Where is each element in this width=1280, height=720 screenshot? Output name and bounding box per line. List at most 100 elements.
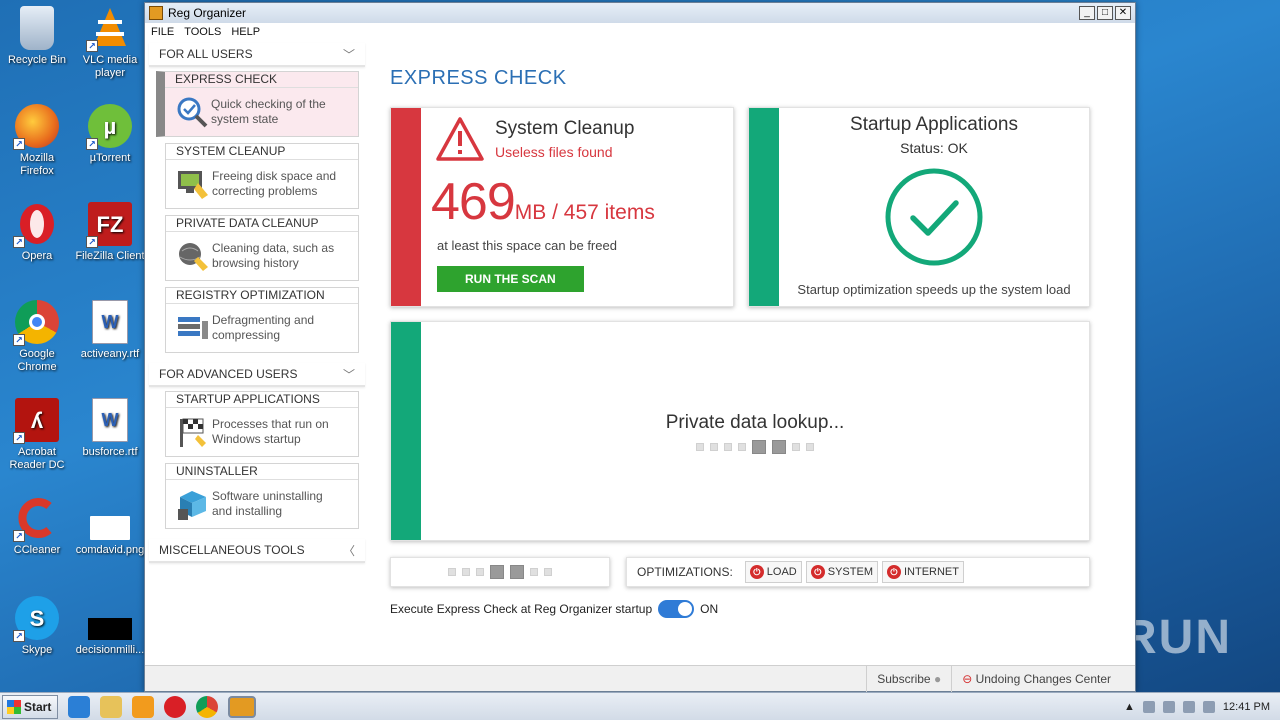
broom-screen-icon <box>176 167 210 201</box>
sidebar-item-uninstaller[interactable]: UNINSTALLER Software uninstalling and ins… <box>165 463 359 529</box>
desktop-icon-utorrent[interactable]: µ ↗ µTorrent <box>75 104 145 165</box>
undoing-changes-center-button[interactable]: ⊖ Undoing Changes Center <box>951 665 1121 692</box>
desktop-icon-skype[interactable]: S ↗ Skype <box>2 596 72 657</box>
word-doc-icon: W <box>92 398 128 442</box>
nav-item-desc: Cleaning data, such as <box>212 241 335 255</box>
image-file-icon <box>88 618 132 640</box>
desktop-icon-firefox[interactable]: ↗ Mozilla Firefox <box>2 104 72 178</box>
section-title: FOR ALL USERS <box>159 47 253 61</box>
menu-tools[interactable]: TOOLS <box>184 26 221 38</box>
optimization-internet-button[interactable]: ⏻ INTERNET <box>881 561 964 583</box>
filezilla-icon: FZ ↗ <box>86 202 132 248</box>
nav-item-title: STARTUP APPLICATIONS <box>166 392 358 408</box>
desktop-icon-opera[interactable]: ↗ Opera <box>2 202 72 263</box>
desktop-icon-recycle-bin[interactable]: Recycle Bin <box>2 6 72 67</box>
subscribe-label: Subscribe <box>877 671 931 686</box>
close-button[interactable]: ✕ <box>1115 6 1131 20</box>
cleanup-size-rest: MB / 457 items <box>514 201 655 224</box>
box-trash-icon <box>176 487 210 521</box>
title-bar[interactable]: Reg Organizer _ □ ✕ <box>145 3 1135 23</box>
opera-icon[interactable] <box>164 695 187 718</box>
optimization-label: SYSTEM <box>827 566 873 578</box>
nav-item-desc: Software uninstalling <box>212 489 323 503</box>
word-doc-icon: W <box>92 300 128 344</box>
desktop-icon-label: decisionmilli... <box>75 644 145 656</box>
undo-icon: ⊖ <box>962 671 976 686</box>
desktop-icon-label: Opera <box>21 250 53 262</box>
utorrent-icon: µ ↗ <box>86 104 132 150</box>
desktop-icon-label: activeany.rtf <box>80 348 140 360</box>
reg-organizer-taskbar-icon[interactable] <box>228 695 257 718</box>
tray-power-icon[interactable] <box>1202 700 1215 713</box>
desktop-icon-label: Recycle Bin <box>7 54 67 66</box>
system-tray: ▲ 12:41 PM <box>1124 700 1280 713</box>
sidebar-item-express-check[interactable]: EXPRESS CHECK Quick checking of the syste… <box>156 71 359 137</box>
tray-arrow-icon[interactable]: ▲ <box>1124 701 1135 713</box>
maximize-button[interactable]: □ <box>1097 6 1113 20</box>
desktop-icon-label: Skype <box>21 644 53 656</box>
desktop-icon-filezilla[interactable]: FZ ↗ FileZilla Client <box>75 202 145 263</box>
section-title: FOR ADVANCED USERS <box>159 367 298 381</box>
optimization-system-button[interactable]: ⏻ SYSTEM <box>805 561 878 583</box>
desktop-icon-comdavid[interactable]: comdavid.png <box>75 496 145 557</box>
globe-brush-icon <box>176 239 210 273</box>
subscribe-button[interactable]: Subscribe ● <box>866 665 951 692</box>
chevron-down-icon: ﹀ <box>342 367 355 382</box>
nav-item-desc: system state <box>211 112 279 126</box>
ccleaner-icon: ↗ <box>13 496 59 542</box>
ie-icon[interactable] <box>68 695 91 718</box>
optimization-load-button[interactable]: ⏻ LOAD <box>744 561 802 583</box>
desktop-icon-label: busforce.rtf <box>82 446 138 458</box>
menu-file[interactable]: FILE <box>151 26 174 38</box>
section-miscellaneous-tools[interactable]: MISCELLANEOUS TOOLS 〈 <box>149 539 365 563</box>
desktop-icon-vlc[interactable]: ↗ VLC media player <box>75 6 145 80</box>
menu-bar: FILE TOOLS HELP <box>145 23 1135 41</box>
firefox-icon: ↗ <box>13 104 59 150</box>
nav-item-desc: Processes that run on <box>212 417 329 431</box>
minimize-button[interactable]: _ <box>1079 6 1095 20</box>
sidebar-item-registry-optimization[interactable]: REGISTRY OPTIMIZATION Defragmenting and c… <box>165 287 359 353</box>
tray-network-icon[interactable] <box>1162 700 1175 713</box>
desktop-icon-decision[interactable]: decisionmilli... <box>75 596 145 657</box>
clock[interactable]: 12:41 PM <box>1223 701 1270 713</box>
express-check-startup-toggle[interactable] <box>658 600 695 618</box>
media-player-icon[interactable] <box>132 695 155 718</box>
desktop-icon-acrobat[interactable]: ʎ ↗ Acrobat Reader DC <box>2 398 72 472</box>
menu-help[interactable]: HELP <box>231 26 260 38</box>
nav-item-desc: Windows startup <box>212 432 301 446</box>
toggle-state: ON <box>700 602 719 616</box>
desktop-icon-chrome[interactable]: ↗ Google Chrome <box>2 300 72 374</box>
desktop-icon-label: FileZilla Client <box>75 250 145 262</box>
tray-volume-icon[interactable] <box>1182 700 1195 713</box>
sidebar-item-startup-applications[interactable]: STARTUP APPLICATIONS Processes that run … <box>165 391 359 457</box>
optimizations-panel: OPTIMIZATIONS: ⏻ LOAD ⏻ SYSTEM ⏻ INTERNET <box>626 557 1090 587</box>
startup-note: Startup optimization speeds up the syste… <box>797 282 1071 297</box>
taskbar: Start ▲ 12:41 PM <box>0 692 1280 720</box>
power-icon: ⏻ <box>749 565 764 579</box>
registry-blocks-icon <box>176 311 210 345</box>
optimization-label: LOAD <box>766 566 797 578</box>
startup-toggle-row: Execute Express Check at Reg Organizer s… <box>390 600 718 618</box>
progress-dots <box>448 565 552 579</box>
sidebar-item-system-cleanup[interactable]: SYSTEM CLEANUP Freeing disk space and cor… <box>165 143 359 209</box>
check-circle-icon <box>883 166 985 271</box>
image-file-icon <box>90 516 130 540</box>
power-icon: ⏻ <box>886 565 901 579</box>
sidebar-item-private-data-cleanup[interactable]: PRIVATE DATA CLEANUP Cleaning data, such… <box>165 215 359 281</box>
section-for-advanced-users[interactable]: FOR ADVANCED USERS ﹀ <box>149 363 365 387</box>
optimizations-label: OPTIMIZATIONS: <box>637 565 733 579</box>
desktop-icon-busforce[interactable]: W busforce.rtf <box>75 398 145 459</box>
explorer-icon[interactable] <box>100 695 123 718</box>
cleanup-title: System Cleanup <box>495 118 635 139</box>
start-button[interactable]: Start <box>2 694 59 719</box>
card-accent-stripe <box>391 108 421 306</box>
tray-flag-icon[interactable] <box>1142 700 1155 713</box>
startup-status: Status: OK <box>900 140 968 156</box>
desktop-icon-label: Google Chrome <box>17 348 57 373</box>
acrobat-icon: ʎ ↗ <box>13 398 59 444</box>
desktop-icon-ccleaner[interactable]: ↗ CCleaner <box>2 496 72 557</box>
run-the-scan-button[interactable]: RUN THE SCAN <box>437 266 584 292</box>
section-for-all-users[interactable]: FOR ALL USERS ﹀ <box>149 43 365 67</box>
desktop-icon-activeany[interactable]: W activeany.rtf <box>75 300 145 361</box>
chrome-icon[interactable] <box>196 695 219 718</box>
